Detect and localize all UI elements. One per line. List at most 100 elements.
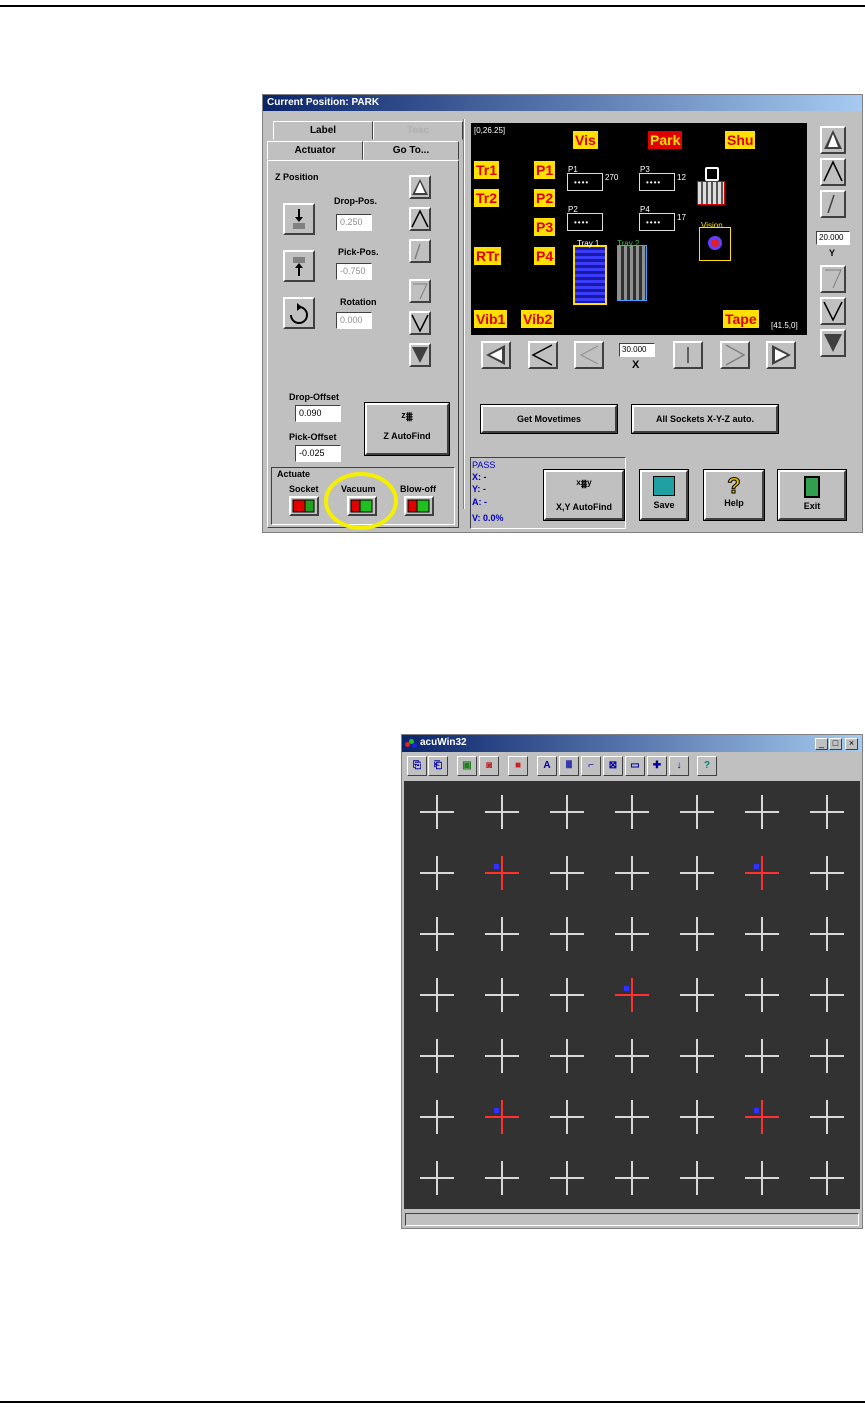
label-vib1[interactable]: Vib1 — [474, 310, 508, 328]
drop-offset-field[interactable]: 0.090 — [295, 405, 341, 422]
label-p2[interactable]: P2 — [534, 189, 556, 207]
socket-p3[interactable]: P3 •••• — [639, 165, 675, 191]
color-icon[interactable]: ■ — [508, 756, 528, 776]
crosshair-icon[interactable]: ✚ — [647, 756, 667, 776]
label-vib2[interactable]: Vib2 — [521, 310, 555, 328]
camera-record-icon[interactable]: ◙ — [479, 756, 499, 776]
label-vis[interactable]: Vis — [573, 131, 598, 149]
label-shu[interactable]: Shu — [725, 131, 756, 149]
close-button[interactable]: × — [845, 738, 858, 750]
camera-icon[interactable] — [705, 167, 719, 181]
y-down-slow-button[interactable] — [820, 265, 846, 293]
crosshair-target — [419, 916, 454, 951]
y-up-slow-button[interactable] — [820, 190, 846, 218]
socket-p1[interactable]: P1 •••• — [567, 165, 603, 191]
tray-1-label: Tray 1 — [577, 239, 600, 248]
tab-teach[interactable]: Teac — [373, 121, 463, 140]
socket-toggle[interactable] — [289, 496, 319, 516]
x-left-slow-button[interactable] — [574, 341, 604, 369]
xy-autofind-button[interactable]: ˣ⩩ʸ X,Y AutoFind — [543, 469, 625, 521]
crosshair-target — [615, 855, 649, 890]
x-right-slow-button[interactable] — [673, 341, 703, 369]
tab-label[interactable]: Label — [273, 121, 373, 140]
box-icon[interactable]: ⊠ — [603, 756, 623, 776]
arrow-down-icon[interactable]: ↓ — [669, 756, 689, 776]
rotate-icon — [290, 303, 308, 324]
x-right-fast-button[interactable] — [766, 341, 796, 369]
pick-offset-field[interactable]: -0.025 — [295, 445, 341, 462]
minimize-button[interactable]: _ — [815, 738, 828, 750]
x-right-button[interactable] — [720, 341, 750, 369]
pick-pos-field[interactable]: -0.750 — [336, 263, 372, 280]
save-label: Save — [653, 500, 675, 510]
z-down-slow-button[interactable] — [409, 279, 431, 303]
z-up-slow-button[interactable] — [409, 239, 431, 263]
y-down-fast-icon — [824, 334, 842, 352]
y-up-fast-button[interactable] — [820, 126, 846, 154]
label-rtr[interactable]: RTr — [474, 247, 502, 265]
socket-p2[interactable]: P2 •••• — [567, 205, 603, 231]
label-tr2[interactable]: Tr2 — [474, 189, 500, 207]
corner-icon[interactable]: ⌐ — [581, 756, 601, 776]
y-up-button[interactable] — [820, 158, 846, 186]
crosshair-target — [484, 794, 519, 829]
socket-p4[interactable]: P4 •••• — [639, 205, 675, 231]
label-tape[interactable]: Tape — [723, 310, 759, 328]
camera-icon[interactable]: ▣ — [457, 756, 477, 776]
label-p4[interactable]: P4 — [534, 247, 556, 265]
z-up-fast-button[interactable] — [409, 175, 431, 199]
crosshair-target — [810, 794, 845, 829]
tab-actuator[interactable]: Actuator — [267, 141, 363, 160]
line-icon[interactable]: ▭ — [625, 756, 645, 776]
save-button[interactable]: Save — [639, 469, 689, 521]
maximize-button[interactable]: □ — [829, 738, 842, 750]
label-p3[interactable]: P3 — [534, 218, 556, 236]
x-right-icon — [725, 344, 746, 366]
drop-button[interactable] — [283, 203, 315, 235]
shuttle-block[interactable] — [697, 181, 725, 205]
exit-door-icon — [804, 476, 820, 498]
label-park[interactable]: Park — [648, 131, 683, 149]
tab-go-to[interactable]: Go To... — [363, 141, 459, 160]
drop-arrow-icon — [293, 209, 305, 229]
actuate-label: Actuate — [277, 469, 311, 479]
up-icon — [411, 209, 429, 228]
canvas-coord-top: [0,26.25] — [474, 126, 506, 135]
rotate-button[interactable] — [283, 297, 315, 329]
label-p1[interactable]: P1 — [534, 161, 556, 179]
vision-target-icon — [708, 236, 722, 250]
label-tr1[interactable]: Tr1 — [474, 161, 500, 179]
help-icon[interactable]: ? — [697, 756, 717, 776]
text-a-icon[interactable]: A — [537, 756, 557, 776]
y-value-field[interactable]: 20.000 — [816, 231, 850, 245]
tray-1[interactable] — [573, 245, 607, 305]
pick-button[interactable] — [283, 250, 315, 282]
open-icon[interactable]: ⎘ — [407, 756, 427, 776]
socket-label: Socket — [289, 484, 319, 494]
workspace-canvas[interactable]: [0,26.25] [41.5,0] Vis Park Shu Tr1 Tr2 … — [471, 123, 807, 335]
x-left-fast-button[interactable] — [481, 341, 511, 369]
y-down-button[interactable] — [820, 297, 846, 325]
save-image-icon[interactable]: ⎗ — [428, 756, 448, 776]
z-up-button[interactable] — [409, 207, 431, 231]
z-autofind-button[interactable]: ᶻ⩩ Z AutoFind — [364, 402, 450, 456]
socket-p1-label: P1 — [568, 165, 578, 174]
z-down-button[interactable] — [409, 311, 431, 335]
blowoff-toggle[interactable] — [404, 496, 434, 516]
z-down-fast-button[interactable] — [409, 343, 431, 367]
vision-label: Vision — [701, 221, 723, 230]
x-left-button[interactable] — [528, 341, 558, 369]
rotation-field[interactable]: 0.000 — [336, 312, 372, 329]
bars-icon[interactable]: Ⅲ — [559, 756, 579, 776]
x-value-field[interactable]: 30.000 — [619, 343, 655, 357]
get-movetimes-button[interactable]: Get Movetimes — [480, 404, 618, 434]
status-pass: PASS — [472, 460, 496, 470]
all-sockets-button[interactable]: All Sockets X-Y-Z auto. — [631, 404, 779, 434]
y-down-fast-button[interactable] — [820, 329, 846, 357]
drop-pos-field[interactable]: 0.250 — [336, 214, 372, 231]
tray-2[interactable] — [617, 245, 647, 301]
help-button[interactable]: ? Help — [703, 469, 765, 521]
tray-2-label: Tray 2 — [617, 239, 640, 248]
camera-image[interactable] — [404, 781, 860, 1209]
exit-button[interactable]: Exit — [777, 469, 847, 521]
